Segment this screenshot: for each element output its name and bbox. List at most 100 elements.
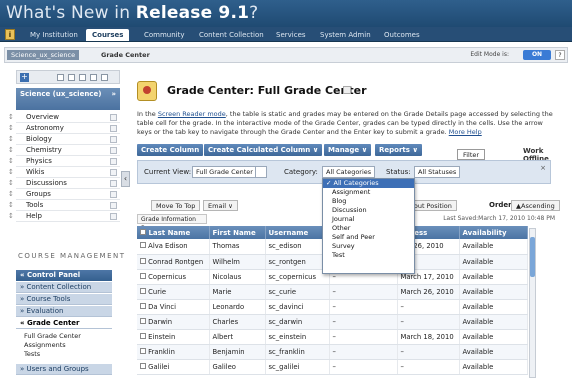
tab-outcomes[interactable]: Outcomes (378, 29, 426, 41)
nav-item-tools[interactable]: ↕ Tools (8, 200, 120, 211)
nav-item-overview[interactable]: ↕ Overview (8, 112, 120, 123)
cp-sub-full-grade-center[interactable]: Full Grade Center (24, 332, 81, 340)
row-checkbox[interactable] (140, 257, 146, 264)
table-cell[interactable]: sc_franklin (265, 344, 330, 360)
drag-handle-icon[interactable]: ↕ (8, 145, 14, 156)
table-cell[interactable]: Available (459, 314, 528, 330)
create-column-button[interactable]: Create Column (137, 144, 204, 156)
drag-handle-icon[interactable]: ↕ (8, 167, 14, 178)
table-cell[interactable]: Charles (209, 314, 266, 330)
tab-services[interactable]: Services (270, 29, 312, 41)
table-cell[interactable]: – (329, 344, 398, 360)
column-header-username[interactable]: Username (265, 226, 330, 239)
item-options-icon[interactable] (110, 125, 117, 132)
column-header-first-name[interactable]: First Name (209, 226, 266, 239)
table-cell[interactable]: Wilhelm (209, 254, 266, 270)
table-row[interactable]: Da Vinci Leonardo sc_davinci – – Available (137, 299, 528, 315)
category-option[interactable]: Test (323, 251, 414, 260)
table-cell[interactable]: – (397, 359, 460, 375)
nav-item-wikis[interactable]: ↕ Wikis (8, 167, 120, 178)
grade-information-bar[interactable]: Grade Information Bar (137, 214, 207, 232)
row-checkbox[interactable] (140, 362, 146, 369)
table-cell[interactable]: sc_einstein (265, 329, 330, 345)
control-panel-header[interactable]: « Control Panel (16, 270, 112, 281)
table-cell[interactable]: Alva Edison (137, 239, 210, 255)
table-cell[interactable]: Available (459, 329, 528, 345)
cp-item-grade-center[interactable]: « Grade Center (16, 318, 112, 329)
category-option[interactable]: Journal (323, 215, 414, 224)
blackboard-logo-icon[interactable]: i (5, 29, 15, 40)
table-cell[interactable]: Copernicus (137, 269, 210, 285)
tab-courses[interactable]: Courses (86, 29, 130, 41)
table-cell[interactable]: – (397, 314, 460, 330)
folder-view-icon[interactable] (57, 74, 64, 81)
course-title[interactable]: Science (ux_science) » (16, 88, 120, 110)
more-help-link[interactable]: More Help (449, 128, 482, 136)
scrollbar-thumb[interactable] (530, 237, 535, 277)
item-options-icon[interactable] (110, 147, 117, 154)
item-options-icon[interactable] (110, 202, 117, 209)
category-option[interactable]: Survey (323, 242, 414, 251)
status-select[interactable]: All Statuses (414, 166, 461, 178)
item-options-icon[interactable] (110, 191, 117, 198)
item-options-icon[interactable] (110, 136, 117, 143)
table-cell[interactable]: sc_curie (265, 284, 330, 300)
category-select[interactable]: All Categories (322, 166, 376, 178)
table-cell[interactable]: Available (459, 344, 528, 360)
grid-scrollbar[interactable] (529, 228, 536, 378)
nav-item-physics[interactable]: ↕ Physics (8, 156, 120, 167)
category-option[interactable]: Self and Peer (323, 233, 414, 242)
nav-item-chemistry[interactable]: ↕ Chemistry (8, 145, 120, 156)
table-cell[interactable]: – (329, 329, 398, 345)
table-cell[interactable]: – (329, 299, 398, 315)
row-checkbox[interactable] (140, 242, 146, 249)
table-cell[interactable]: sc_rontgen (265, 254, 330, 270)
table-cell[interactable]: sc_galilei (265, 359, 330, 375)
row-checkbox[interactable] (140, 272, 146, 279)
tab-content-collection[interactable]: Content Collection (193, 29, 270, 41)
item-options-icon[interactable] (110, 213, 117, 220)
help-icon[interactable]: ? (555, 50, 565, 60)
table-cell[interactable]: Darwin (137, 314, 210, 330)
collapse-menu-icon[interactable]: » (111, 90, 116, 98)
tab-system-admin[interactable]: System Admin (314, 29, 377, 41)
drag-handle-icon[interactable]: ↕ (8, 178, 14, 189)
table-cell[interactable]: Available (459, 359, 528, 375)
column-header-last-name[interactable]: Last Name (137, 226, 210, 239)
row-checkbox[interactable] (140, 302, 146, 309)
drag-handle-icon[interactable]: ↕ (8, 211, 14, 222)
table-cell[interactable]: Galilei (137, 359, 210, 375)
drag-handle-icon[interactable]: ↕ (8, 200, 14, 211)
table-cell[interactable]: Available (459, 269, 528, 285)
drag-handle-icon[interactable]: ↕ (8, 156, 14, 167)
manage-button[interactable]: Manage ∨ (324, 144, 372, 156)
drag-handle-icon[interactable]: ↕ (8, 189, 14, 200)
nav-item-groups[interactable]: ↕ Groups (8, 189, 120, 200)
create-calculated-column-button[interactable]: Create Calculated Column ∨ (204, 144, 323, 156)
table-cell[interactable]: – (329, 314, 398, 330)
view-options-icon[interactable] (255, 166, 267, 178)
nav-item-help[interactable]: ↕ Help (8, 211, 120, 222)
table-row[interactable]: Franklin Benjamin sc_franklin – – Available (137, 344, 528, 360)
tab-community[interactable]: Community (138, 29, 191, 41)
move-to-top-button[interactable]: Move To Top (151, 200, 201, 211)
cp-item-content-collection[interactable]: » Content Collection (16, 282, 112, 293)
row-checkbox[interactable] (140, 317, 146, 324)
category-option[interactable]: ✓ All Categories (323, 179, 414, 188)
table-cell[interactable]: Available (459, 299, 528, 315)
cp-item-course-tools[interactable]: » Course Tools (16, 294, 112, 305)
table-row[interactable]: Galilei Galileo sc_galilei – – Available (137, 359, 528, 375)
column-header-availability[interactable]: Availability (459, 226, 528, 239)
table-cell[interactable]: Conrad Rontgen (137, 254, 210, 270)
table-cell[interactable]: – (329, 284, 398, 300)
category-option[interactable]: Blog (323, 197, 414, 206)
table-cell[interactable]: Available (459, 284, 528, 300)
refresh-icon[interactable] (90, 74, 97, 81)
drag-handle-icon[interactable]: ↕ (8, 134, 14, 145)
detail-view-icon[interactable] (79, 74, 86, 81)
row-checkbox[interactable] (140, 332, 146, 339)
cp-sub-tests[interactable]: Tests (24, 350, 40, 358)
nav-item-biology[interactable]: ↕ Biology (8, 134, 120, 145)
filter-button[interactable]: Filter (457, 149, 485, 160)
table-cell[interactable]: Da Vinci (137, 299, 210, 315)
